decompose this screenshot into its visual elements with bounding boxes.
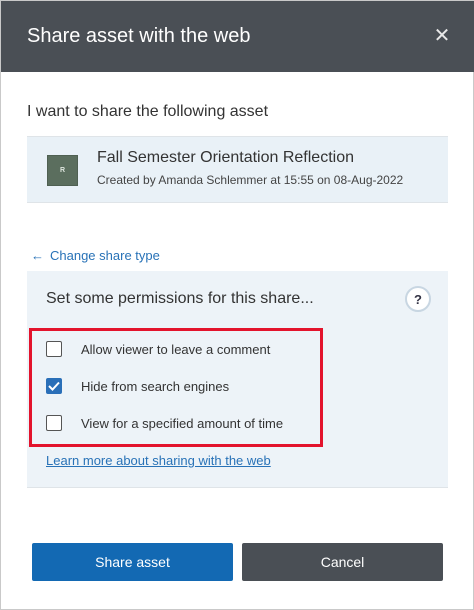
share-asset-button[interactable]: Share asset	[32, 543, 233, 581]
permissions-panel: Set some permissions for this share... ?…	[27, 271, 448, 488]
arrow-left-icon: ←	[31, 248, 44, 263]
timed-view-checkbox[interactable]	[46, 415, 62, 431]
option-allow-comment[interactable]: Allow viewer to leave a comment	[46, 339, 270, 359]
share-dialog: Share asset with the web ✕ I want to sha…	[0, 0, 474, 610]
help-label: ?	[414, 291, 422, 307]
asset-thumbnail-letter: R	[59, 167, 66, 174]
change-share-type-label: Change share type	[50, 248, 160, 263]
asset-card: R Fall Semester Orientation Reflection C…	[27, 136, 448, 203]
allow-comment-checkbox[interactable]	[46, 341, 62, 357]
intro-text: I want to share the following asset	[27, 103, 269, 120]
allow-comment-label: Allow viewer to leave a comment	[81, 341, 271, 357]
help-icon[interactable]: ?	[405, 286, 431, 312]
permissions-heading: Set some permissions for this share...	[46, 290, 314, 307]
hide-search-checkbox[interactable]	[46, 378, 62, 394]
asset-name: Fall Semester Orientation Reflection	[97, 149, 354, 166]
timed-view-label: View for a specified amount of time	[81, 415, 284, 431]
asset-meta: Created by Amanda Schlemmer at 15:55 on …	[97, 173, 404, 187]
dialog-title: Share asset with the web	[27, 25, 251, 47]
cancel-button[interactable]: Cancel	[242, 543, 443, 581]
dialog-header: Share asset with the web ✕	[1, 1, 474, 72]
change-share-type-link[interactable]: ← Change share type	[31, 248, 160, 263]
asset-thumbnail: R	[47, 155, 78, 186]
hide-search-label: Hide from search engines	[81, 378, 230, 394]
option-timed-view[interactable]: View for a specified amount of time	[46, 413, 283, 433]
checkmark-icon	[48, 381, 60, 391]
close-icon[interactable]: ✕	[431, 24, 453, 47]
learn-more-link[interactable]: Learn more about sharing with the web	[46, 453, 271, 468]
option-hide-search[interactable]: Hide from search engines	[46, 376, 229, 396]
